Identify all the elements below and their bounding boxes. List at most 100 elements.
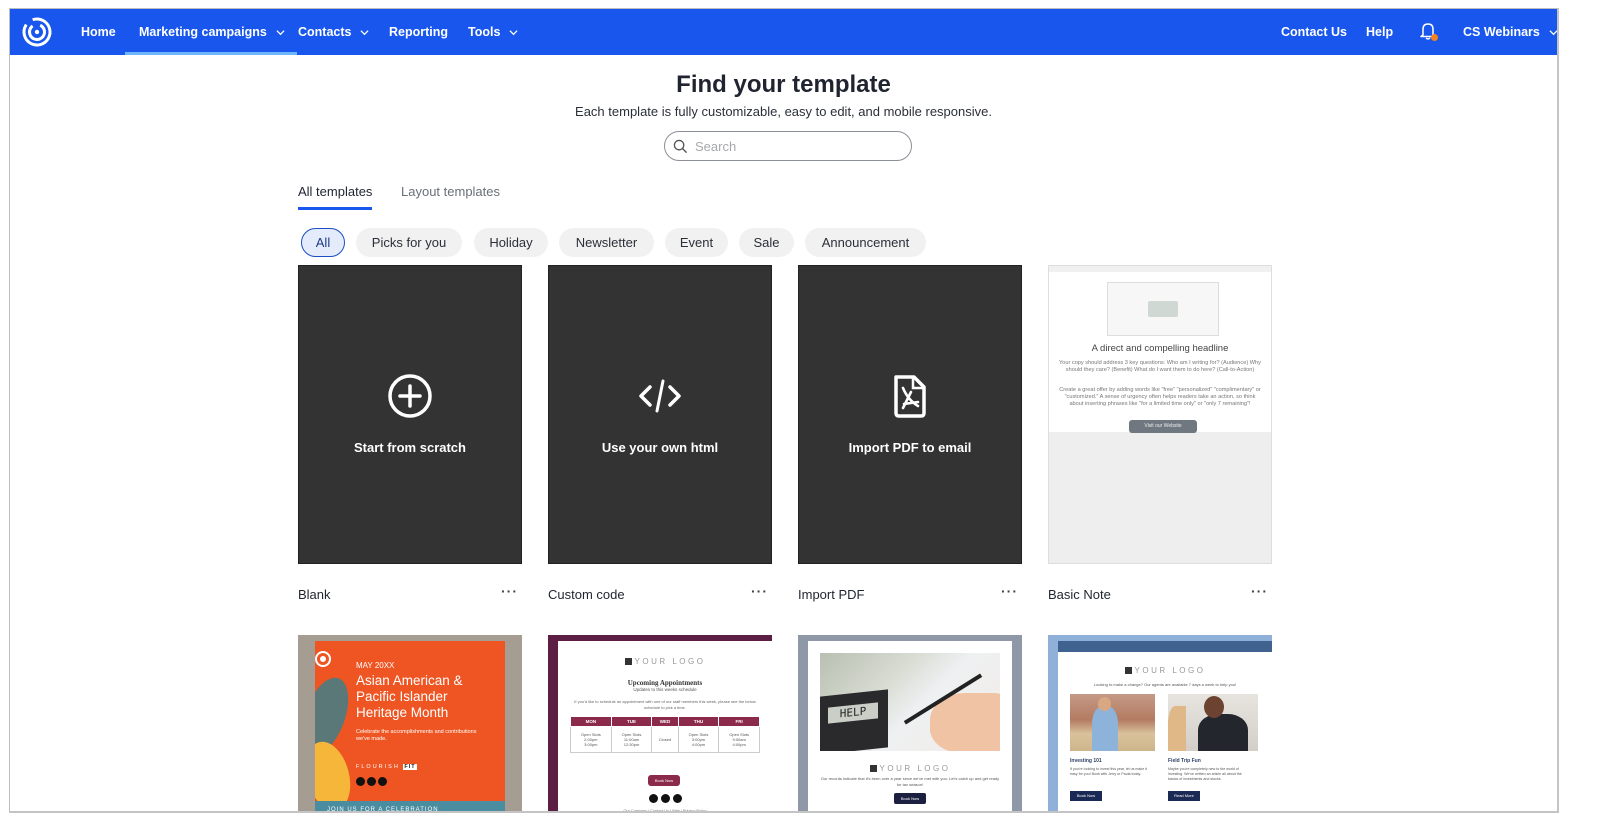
- your-logo: YOUR LOGO: [558, 657, 772, 666]
- filter-newsletter[interactable]: Newsletter: [559, 228, 654, 257]
- thumb-desc: If you'd like to schedule an appointment…: [574, 699, 756, 710]
- template-name: Blank: [298, 587, 331, 602]
- template-card-aapi-heritage[interactable]: MAY 20XX Asian American & Pacific Island…: [298, 635, 522, 813]
- tab-all-templates[interactable]: All templates: [298, 184, 373, 210]
- nav-contacts[interactable]: Contacts: [298, 9, 370, 55]
- chevron-down-icon: [509, 29, 518, 35]
- nav-tools[interactable]: Tools: [468, 9, 518, 55]
- logo-placeholder-icon: [624, 658, 632, 665]
- basic-note-preview: A direct and compelling headline Your co…: [1049, 266, 1271, 433]
- contact-us-label: Contact Us: [1281, 25, 1347, 39]
- help-label: Help: [1366, 25, 1394, 39]
- slot-cell: Open Slots 9:00am 4:00pm: [718, 726, 760, 753]
- col-title: Field Trip Fun: [1168, 758, 1201, 764]
- chevron-down-icon: [1549, 29, 1557, 35]
- more-options-button[interactable]: ···: [751, 583, 768, 599]
- band-text: JOIN US FOR A CELEBRATION: [327, 807, 439, 813]
- thumbnail-preview: HELP YOUR LOGO Our records indicate that…: [808, 641, 1012, 811]
- day-header: WED: [651, 716, 679, 727]
- tax-photo: HELP: [820, 653, 1000, 751]
- slot-cell: Closed: [651, 726, 679, 753]
- template-name: Import PDF: [798, 587, 865, 602]
- day-header: THU: [677, 716, 720, 727]
- preview-button: Visit our Website: [1129, 420, 1197, 433]
- filter-event[interactable]: Event: [665, 228, 728, 257]
- plus-circle-icon: [388, 374, 432, 418]
- your-logo: YOUR LOGO: [1058, 666, 1272, 675]
- thumb-footer: Our Company | Contact Us | Web | Privacy…: [623, 809, 707, 813]
- brand-name: FLOURISH: [356, 764, 400, 770]
- logo-icon[interactable]: [20, 15, 54, 49]
- use-own-html-label: Use your own html: [601, 440, 719, 455]
- chevron-down-icon: [276, 29, 285, 35]
- facebook-icon: [356, 777, 365, 786]
- header-bar: [1058, 641, 1272, 652]
- thumbnail-preview: MAY 20XX Asian American & Pacific Island…: [315, 641, 505, 813]
- filter-holiday[interactable]: Holiday: [474, 228, 548, 257]
- agent-photo: [1070, 694, 1155, 751]
- col-text: Maybe you're completely new to the world…: [1168, 767, 1242, 781]
- template-card-real-estate[interactable]: YOUR LOGO Looking to make a change? Our …: [1048, 635, 1272, 811]
- thumbnail-preview: YOUR LOGO Upcoming Appointments Updates …: [558, 641, 772, 813]
- start-from-scratch-label: Start from scratch: [354, 440, 466, 455]
- day-header: FRI: [718, 716, 760, 727]
- more-options-button[interactable]: ···: [1251, 583, 1268, 599]
- chevron-down-icon: [360, 29, 370, 35]
- thumb-band: JOIN US FOR A CELEBRATION: [315, 801, 505, 813]
- filter-sale[interactable]: Sale: [739, 228, 794, 257]
- twitter-icon: [367, 777, 376, 786]
- col-title: Investing 101: [1070, 758, 1102, 764]
- nav-contact-us[interactable]: Contact Us: [1281, 9, 1347, 55]
- top-nav: Home Marketing campaigns Contacts Report…: [10, 9, 1557, 55]
- thumb-date: MAY 20XX: [356, 661, 395, 670]
- code-icon: [639, 379, 681, 413]
- filter-picks-for-you[interactable]: Picks for you: [356, 228, 462, 257]
- import-pdf-label: Import PDF to email: [848, 440, 972, 455]
- logo-text: YOUR LOGO: [879, 764, 951, 773]
- twitter-icon: [660, 794, 670, 803]
- logo-placeholder-icon: [869, 765, 877, 772]
- thumbnail-preview: YOUR LOGO Looking to make a change? Our …: [1058, 641, 1272, 811]
- nav-marketing-campaigns[interactable]: Marketing campaigns: [125, 9, 297, 55]
- preview-headline: A direct and compelling headline: [1091, 343, 1229, 354]
- template-card-tax-season[interactable]: HELP YOUR LOGO Our records indicate that…: [798, 635, 1022, 811]
- col-button: Book Now: [1070, 791, 1102, 801]
- slot-cell: Open Slots 2:00pm 3:00pm: [570, 726, 612, 753]
- template-card-custom-code[interactable]: Use your own html: [548, 265, 772, 564]
- app-window: Home Marketing campaigns Contacts Report…: [9, 8, 1559, 813]
- page-subtitle: Each template is fully customizable, eas…: [575, 104, 992, 119]
- logo-placeholder-icon: [1124, 667, 1132, 674]
- thumb-desc: Looking to make a change? Our agents are…: [1093, 682, 1237, 687]
- template-card-blank[interactable]: Start from scratch: [298, 265, 522, 564]
- nav-reporting[interactable]: Reporting: [389, 9, 448, 55]
- template-card-import-pdf[interactable]: Import PDF to email: [798, 265, 1022, 564]
- social-icons: [558, 794, 772, 803]
- notifications-button[interactable]: [1420, 22, 1438, 42]
- filter-all[interactable]: All: [301, 228, 345, 257]
- day-header: TUE: [610, 716, 653, 727]
- nav-home[interactable]: Home: [81, 9, 116, 55]
- brand-tag: FIT: [403, 764, 417, 770]
- pdf-file-icon: [894, 375, 926, 418]
- template-card-basic-note[interactable]: A direct and compelling headline Your co…: [1048, 265, 1272, 564]
- template-card-appointments[interactable]: YOUR LOGO Upcoming Appointments Updates …: [548, 635, 772, 813]
- nav-marketing-campaigns-label: Marketing campaigns: [139, 25, 267, 39]
- day-header: MON: [570, 716, 612, 727]
- nav-help[interactable]: Help: [1366, 9, 1393, 55]
- thumb-book-button: Book Now: [648, 775, 680, 786]
- thumb-headline: Asian American & Pacific Islander Herita…: [356, 673, 463, 720]
- account-name: CS Webinars: [1463, 25, 1540, 39]
- account-menu[interactable]: CS Webinars: [1463, 9, 1557, 55]
- social-icons: [356, 777, 387, 786]
- search-field[interactable]: [664, 131, 912, 161]
- more-options-button[interactable]: ···: [1001, 583, 1018, 599]
- nav-contacts-label: Contacts: [298, 25, 352, 39]
- tab-layout-templates[interactable]: Layout templates: [401, 184, 500, 207]
- more-options-button[interactable]: ···: [501, 583, 518, 599]
- search-input[interactable]: [695, 138, 895, 154]
- thumb-brand: FLOURISH FIT: [356, 764, 417, 770]
- slot-cell: Open Slots 11:00am 12:30pm: [610, 726, 653, 753]
- page-title: Find your template: [676, 71, 891, 98]
- instagram-icon: [378, 777, 387, 786]
- filter-announcement[interactable]: Announcement: [805, 228, 926, 257]
